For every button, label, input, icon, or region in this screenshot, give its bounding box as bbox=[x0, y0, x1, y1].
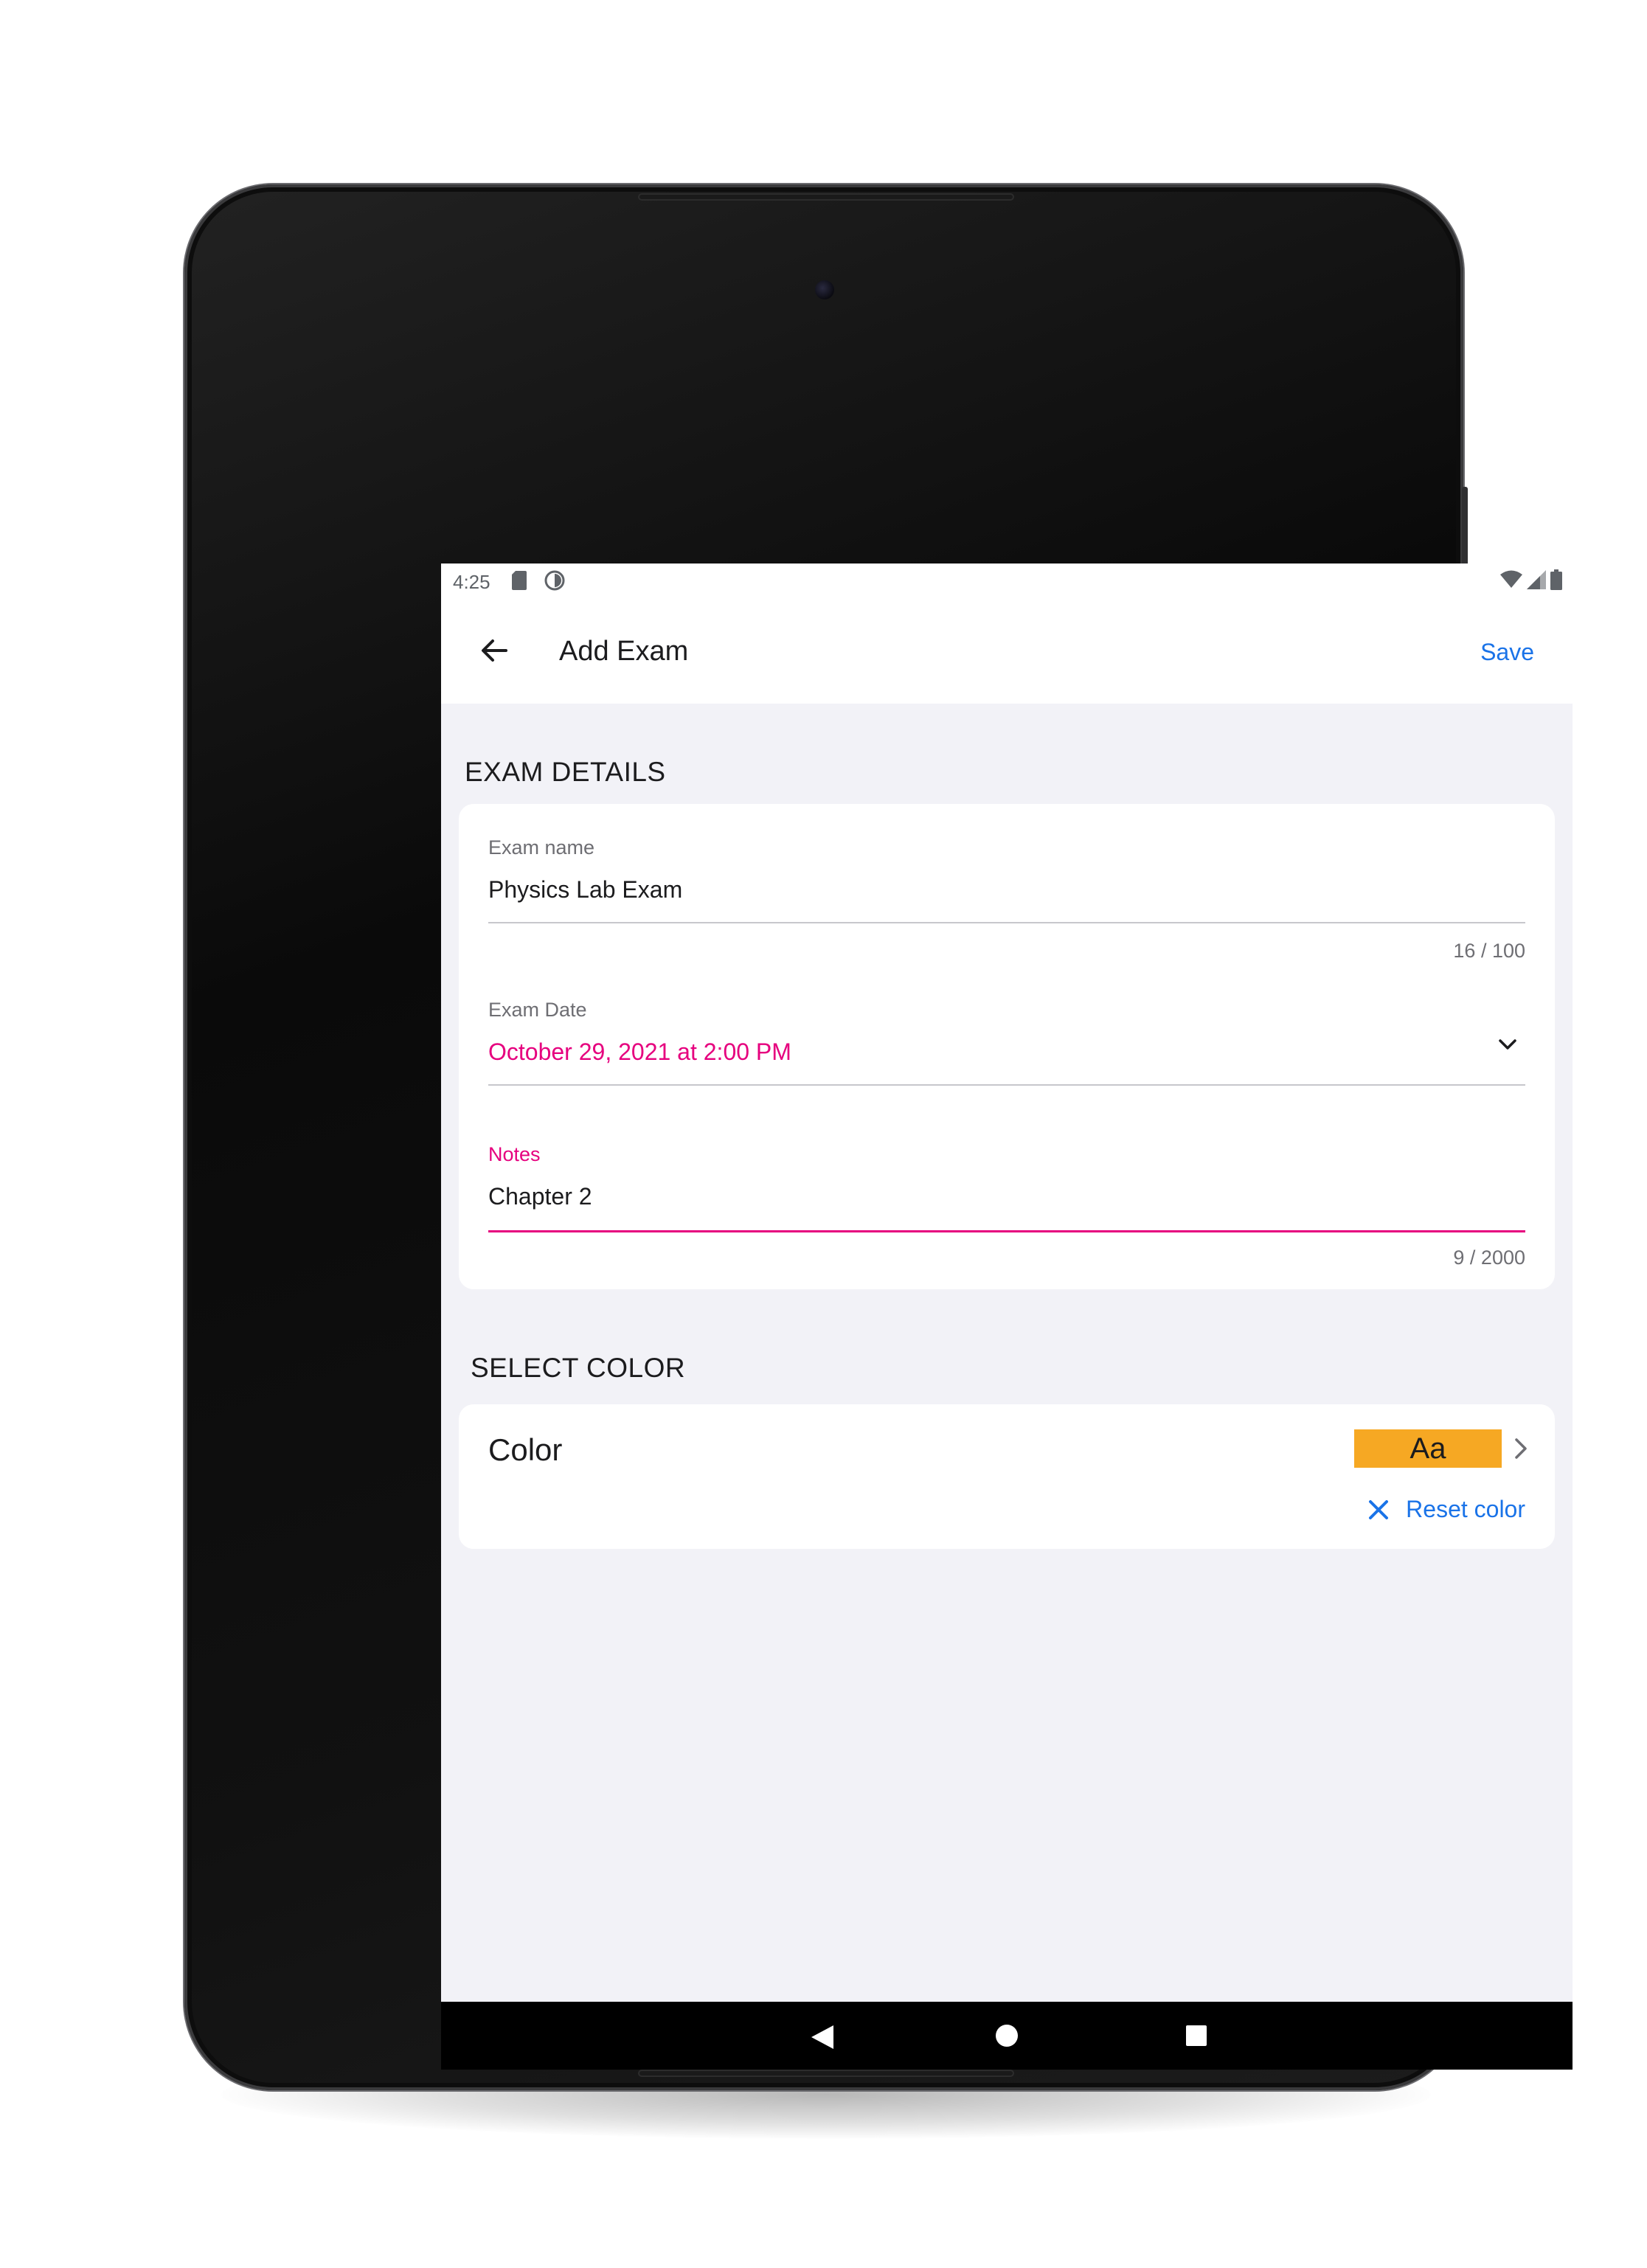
close-icon bbox=[1369, 1499, 1389, 1519]
exam-date-value[interactable]: October 29, 2021 at 2:00 PM bbox=[488, 1038, 791, 1066]
reset-color-button[interactable]: Reset color bbox=[1366, 1496, 1525, 1523]
status-bar: 4:25 bbox=[441, 563, 1573, 600]
screen: 4:25 Add Exam Save EXAM DETAILS Exam nam… bbox=[441, 563, 1573, 2070]
notes-input[interactable]: Chapter 2 bbox=[488, 1183, 592, 1210]
circle-icon bbox=[544, 570, 565, 591]
app-bar: Add Exam Save bbox=[441, 600, 1573, 704]
save-button[interactable]: Save bbox=[1480, 639, 1534, 666]
chevron-right-icon[interactable] bbox=[1508, 1434, 1534, 1463]
exam-name-underline bbox=[488, 922, 1525, 923]
exam-name-counter: 16 / 100 bbox=[1453, 940, 1525, 962]
color-swatch[interactable]: Aa bbox=[1354, 1429, 1502, 1468]
system-nav-bar bbox=[441, 2002, 1573, 2070]
color-label: Color bbox=[488, 1432, 563, 1467]
exam-name-label: Exam name bbox=[488, 836, 595, 859]
nav-home-icon[interactable] bbox=[996, 2025, 1018, 2047]
select-color-card: Color Aa Reset color bbox=[459, 1404, 1555, 1549]
exam-details-heading: EXAM DETAILS bbox=[465, 757, 666, 787]
exam-name-input[interactable]: Physics Lab Exam bbox=[488, 876, 682, 904]
nav-recents-icon[interactable] bbox=[1186, 2025, 1207, 2046]
tablet-device-frame: 4:25 Add Exam Save EXAM DETAILS Exam nam… bbox=[184, 184, 1573, 2090]
exam-date-label: Exam Date bbox=[488, 999, 587, 1021]
chevron-down-icon[interactable] bbox=[1493, 1030, 1522, 1059]
notes-counter: 9 / 2000 bbox=[1453, 1246, 1525, 1269]
exam-date-underline bbox=[488, 1084, 1525, 1086]
front-camera bbox=[815, 280, 834, 299]
wifi-icon bbox=[1500, 570, 1522, 588]
top-speaker-grille bbox=[638, 193, 1014, 201]
bottom-speaker-grille bbox=[638, 2070, 1014, 2077]
sd-card-icon bbox=[512, 571, 527, 590]
exam-details-card: Exam name Physics Lab Exam 16 / 100 Exam… bbox=[459, 804, 1555, 1289]
battery-icon bbox=[1550, 569, 1562, 590]
notes-underline bbox=[488, 1230, 1525, 1232]
notes-label: Notes bbox=[488, 1143, 541, 1165]
arrow-back-icon[interactable] bbox=[476, 633, 512, 668]
page-title: Add Exam bbox=[559, 636, 689, 667]
status-icons-right bbox=[1500, 569, 1562, 590]
signal-icon bbox=[1527, 570, 1546, 589]
reset-color-label: Reset color bbox=[1406, 1496, 1525, 1522]
nav-back-icon[interactable] bbox=[810, 2024, 835, 2050]
select-color-heading: SELECT COLOR bbox=[471, 1353, 686, 1383]
status-time: 4:25 bbox=[453, 571, 490, 593]
